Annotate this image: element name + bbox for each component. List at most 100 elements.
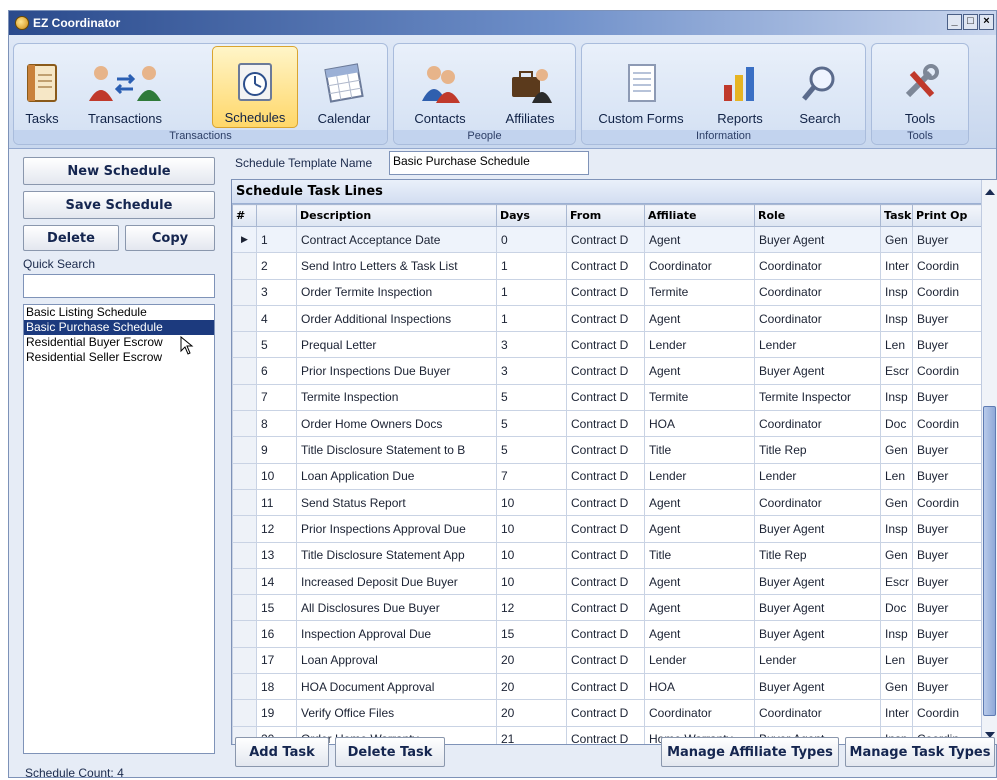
task-cell[interactable]: Insp — [880, 620, 913, 648]
description-cell[interactable]: Loan Approval — [296, 646, 497, 675]
minimize-button[interactable]: _ — [947, 14, 962, 30]
row-indicator[interactable] — [232, 278, 257, 306]
days-cell[interactable]: 20 — [496, 646, 567, 675]
days-cell[interactable]: 15 — [496, 620, 567, 648]
quick-search-input[interactable] — [23, 274, 215, 298]
affiliate-cell[interactable]: Coordinator — [644, 699, 755, 727]
from-cell[interactable]: Contract D — [566, 541, 645, 569]
days-cell[interactable]: 10 — [496, 567, 567, 596]
print-option-cell[interactable]: Buyer — [912, 304, 982, 333]
transactions-button[interactable]: Transactions — [70, 46, 180, 128]
description-cell[interactable]: Title Disclosure Statement to B — [296, 436, 497, 464]
days-cell[interactable]: 1 — [496, 304, 567, 333]
from-cell[interactable]: Contract D — [566, 252, 645, 280]
table-row[interactable]: 17 Loan Approval 20 Contract D Lender Lender L… — [232, 646, 982, 675]
manage-task-types-button[interactable]: Manage Task Types — [845, 737, 995, 767]
print-option-cell[interactable]: Buyer — [912, 594, 982, 622]
row-indicator[interactable] — [232, 252, 257, 280]
affiliate-cell[interactable]: Title — [644, 541, 755, 569]
list-item[interactable]: Basic Listing Schedule — [24, 305, 214, 320]
row-indicator[interactable] — [232, 515, 257, 543]
description-cell[interactable]: Increased Deposit Due Buyer — [296, 567, 497, 596]
contacts-button[interactable]: Contacts — [400, 46, 480, 128]
description-cell[interactable]: Prequal Letter — [296, 331, 497, 359]
task-cell[interactable]: Escr — [880, 567, 913, 596]
print-option-cell[interactable]: Buyer — [912, 436, 982, 464]
table-row[interactable]: 3 Order Termite Inspection 1 Contract D Term… — [232, 278, 982, 306]
print-option-cell[interactable]: Coordin — [912, 357, 982, 385]
table-row[interactable]: 9 Title Disclosure Statement to B 5 Contrac… — [232, 436, 982, 464]
affiliate-cell[interactable]: Agent — [644, 567, 755, 596]
affiliate-cell[interactable]: Agent — [644, 594, 755, 622]
maximize-button[interactable]: □ — [963, 14, 978, 30]
row-indicator[interactable] — [232, 541, 257, 569]
print-option-cell[interactable]: Buyer — [912, 331, 982, 359]
table-row[interactable]: 15 All Disclosures Due Buyer 12 Contract DA… — [232, 594, 982, 622]
task-cell[interactable]: Insp — [880, 383, 913, 412]
from-cell[interactable]: Contract D — [566, 278, 645, 306]
column-header-hash[interactable]: # — [232, 204, 257, 227]
row-number[interactable]: 16 — [256, 620, 297, 648]
description-cell[interactable]: Send Intro Letters & Task List — [296, 252, 497, 280]
role-cell[interactable]: Title Rep — [754, 436, 881, 464]
print-option-cell[interactable]: Coordin — [912, 488, 982, 517]
row-indicator[interactable]: ▶ — [232, 225, 257, 254]
role-cell[interactable]: Coordinator — [754, 410, 881, 438]
from-cell[interactable]: Contract D — [566, 646, 645, 675]
row-indicator[interactable] — [232, 699, 257, 727]
role-cell[interactable]: Title Rep — [754, 541, 881, 569]
scroll-thumb[interactable] — [983, 405, 996, 716]
task-cell[interactable]: Len — [880, 331, 913, 359]
from-cell[interactable]: Contract D — [566, 620, 645, 648]
from-cell[interactable]: Contract D — [566, 699, 645, 727]
task-cell[interactable]: Escr — [880, 357, 913, 385]
affiliate-cell[interactable]: Lender — [644, 331, 755, 359]
description-cell[interactable]: Title Disclosure Statement App — [296, 541, 497, 569]
row-indicator[interactable] — [232, 594, 257, 622]
role-cell[interactable]: Buyer Agent — [754, 594, 881, 622]
role-cell[interactable]: Coordinator — [754, 488, 881, 517]
affiliate-cell[interactable]: Agent — [644, 225, 755, 254]
affiliate-cell[interactable]: Title — [644, 436, 755, 464]
print-option-cell[interactable]: Buyer — [912, 515, 982, 543]
row-indicator[interactable] — [232, 673, 257, 701]
row-number[interactable]: 6 — [256, 357, 297, 385]
task-cell[interactable]: Insp — [880, 278, 913, 306]
column-header-sort[interactable] — [256, 204, 297, 227]
row-number[interactable]: 11 — [256, 488, 297, 517]
manage-affiliate-types-button[interactable]: Manage Affiliate Types — [661, 737, 839, 767]
row-indicator[interactable] — [232, 462, 257, 490]
affiliate-cell[interactable]: HOA — [644, 410, 755, 438]
print-option-cell[interactable]: Buyer — [912, 462, 982, 490]
role-cell[interactable]: Buyer Agent — [754, 357, 881, 385]
role-cell[interactable]: Coordinator — [754, 304, 881, 333]
affiliate-cell[interactable]: Coordinator — [644, 252, 755, 280]
description-cell[interactable]: Prior Inspections Due Buyer — [296, 357, 497, 385]
days-cell[interactable]: 7 — [496, 462, 567, 490]
row-number[interactable]: 13 — [256, 541, 297, 569]
tools-button[interactable]: Tools — [880, 46, 960, 128]
schedules-button[interactable]: Schedules — [212, 46, 298, 128]
days-cell[interactable]: 5 — [496, 383, 567, 412]
task-cell[interactable]: Gen — [880, 673, 913, 701]
table-row[interactable]: 6 Prior Inspections Due Buyer 3 Contract DA… — [232, 357, 982, 385]
custom-forms-button[interactable]: Custom Forms — [588, 46, 694, 128]
from-cell[interactable]: Contract D — [566, 515, 645, 543]
row-indicator[interactable] — [232, 357, 257, 385]
new-schedule-button[interactable]: New Schedule — [23, 157, 215, 185]
row-number[interactable]: 4 — [256, 304, 297, 333]
table-row[interactable]: 19 Verify Office Files 20 Contract D Coordin… — [232, 699, 982, 727]
column-header-description[interactable]: Description — [296, 204, 497, 227]
table-row[interactable]: 10 Loan Application Due 7 Contract D Lender L… — [232, 462, 982, 490]
row-number[interactable]: 18 — [256, 673, 297, 701]
task-cell[interactable]: Inter — [880, 699, 913, 727]
schedule-list[interactable]: Basic Listing Schedule Basic Purchase Sc… — [23, 304, 215, 754]
print-option-cell[interactable]: Buyer — [912, 620, 982, 648]
days-cell[interactable]: 5 — [496, 436, 567, 464]
row-number[interactable]: 3 — [256, 278, 297, 306]
from-cell[interactable]: Contract D — [566, 383, 645, 412]
row-number[interactable]: 2 — [256, 252, 297, 280]
close-button[interactable]: × — [979, 14, 994, 30]
days-cell[interactable]: 3 — [496, 331, 567, 359]
days-cell[interactable]: 21 — [496, 725, 567, 744]
